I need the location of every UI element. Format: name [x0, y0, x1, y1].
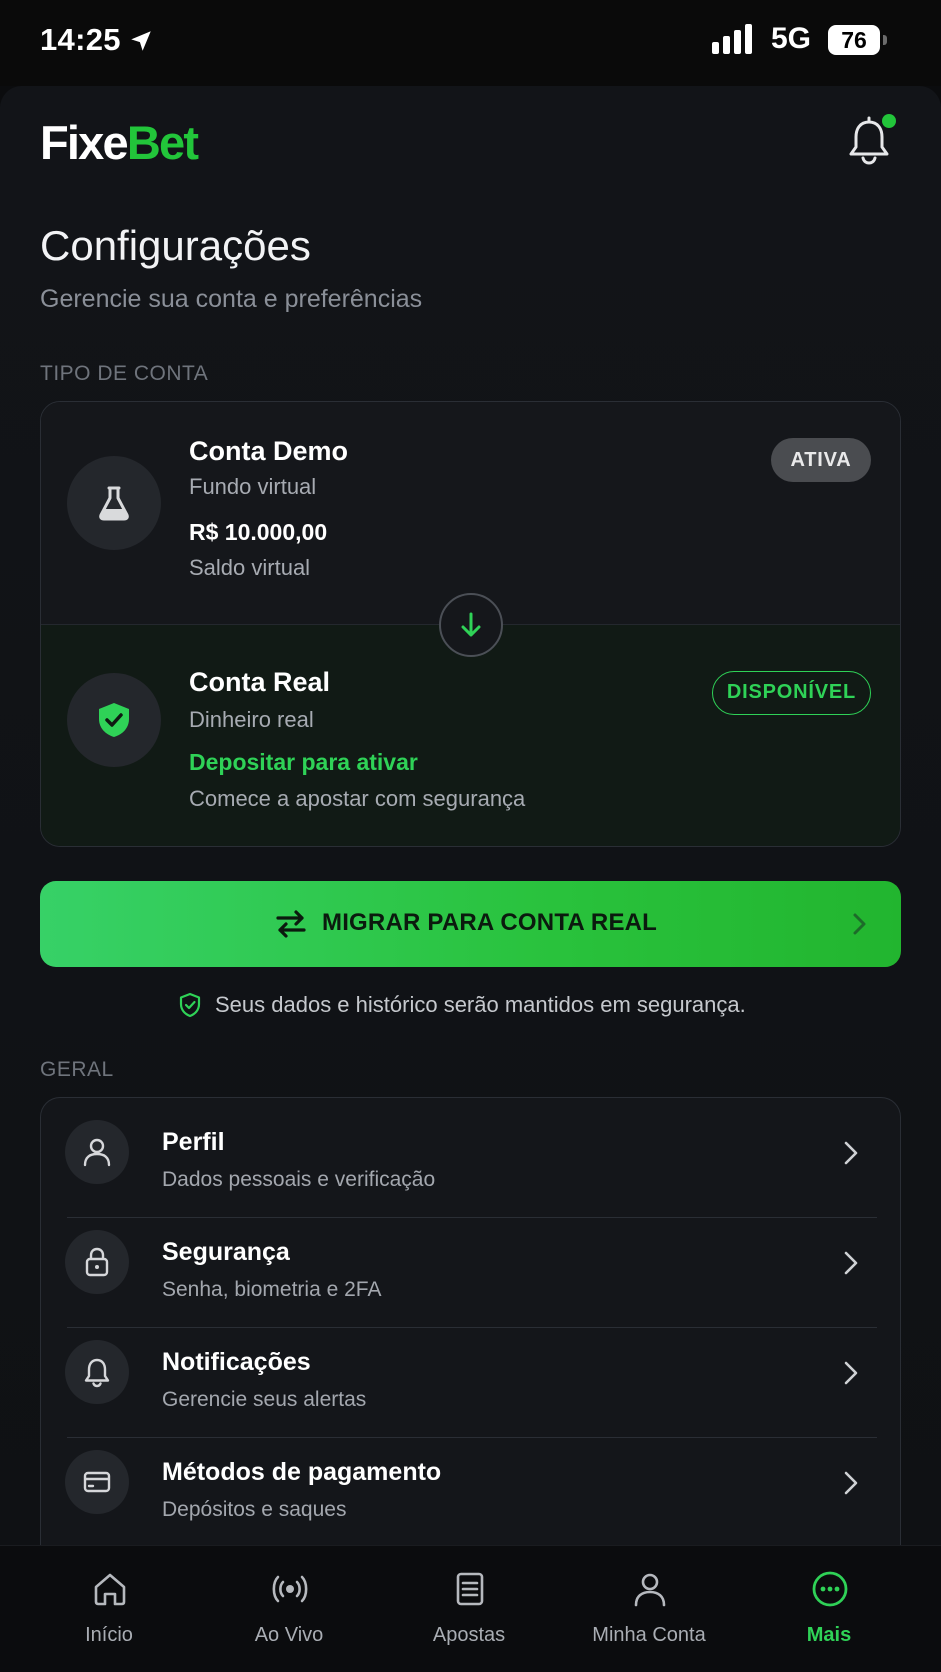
arrow-down-icon	[461, 612, 481, 637]
profile-icon-circle	[65, 1120, 129, 1184]
payment-icon-circle	[65, 1450, 129, 1514]
settings-item-subtitle: Senha, biometria e 2FA	[162, 1278, 382, 1301]
settings-item-notifications[interactable]: Notificações Gerencie seus alertas	[41, 1318, 900, 1428]
location-arrow-icon	[131, 31, 151, 51]
demo-account-icon-circle	[67, 456, 161, 550]
settings-item-subtitle: Gerencie seus alertas	[162, 1388, 367, 1411]
demo-balance-label: Saldo virtual	[189, 555, 311, 580]
chevron-right-icon	[844, 1141, 858, 1165]
lock-icon	[85, 1247, 109, 1277]
settings-item-subtitle: Dados pessoais e verificação	[162, 1168, 436, 1191]
nav-label: Início	[85, 1624, 133, 1646]
migrate-to-real-account-button[interactable]: MIGRAR PARA CONTA REAL	[40, 881, 901, 967]
demo-account-panel[interactable]: Conta Demo Fundo virtual R$ 10.000,00 Sa…	[41, 402, 900, 624]
shield-check-icon	[99, 703, 129, 737]
notification-dot	[882, 114, 896, 128]
real-account-title: Conta Real	[189, 667, 331, 697]
section-label-general: GERAL	[40, 1058, 114, 1081]
nav-label: Ao Vivo	[254, 1624, 324, 1646]
more-icon	[812, 1571, 848, 1607]
bets-icon	[456, 1572, 484, 1606]
shield-check-outline-icon	[179, 992, 201, 1018]
nav-item-home[interactable]: Início	[19, 1546, 199, 1672]
settings-item-profile[interactable]: Perfil Dados pessoais e verificação	[41, 1098, 900, 1208]
settings-item-payment-methods[interactable]: Métodos de pagamento Depósitos e saques	[41, 1428, 900, 1538]
battery-level: 76	[841, 27, 867, 53]
bottom-nav: Início Ao Vivo Apostas Minha Conta Mais	[0, 1545, 941, 1672]
deposit-to-activate-link[interactable]: Depositar para ativar	[189, 749, 418, 776]
page-title: Configurações	[40, 222, 311, 269]
switch-arrow-circle	[439, 593, 503, 657]
app-screen: 14:25 5G 76 FixeBet Configurações Gerenc…	[0, 0, 941, 1672]
data-safety-text: Seus dados e histórico serão mantidos em…	[215, 992, 746, 1017]
page-subtitle: Gerencie sua conta e preferências	[40, 285, 423, 313]
chevron-right-icon	[844, 1471, 858, 1495]
real-account-icon-circle	[67, 673, 161, 767]
chevron-right-icon	[853, 913, 866, 935]
real-account-description: Comece a apostar com segurança	[189, 786, 526, 811]
migrate-button-label: MIGRAR PARA CONTA REAL	[322, 909, 658, 936]
real-account-subtitle: Dinheiro real	[189, 707, 314, 732]
bell-icon	[84, 1358, 110, 1388]
settings-item-title: Perfil	[162, 1128, 225, 1156]
home-icon	[94, 1573, 126, 1606]
settings-item-subtitle: Depósitos e saques	[162, 1498, 347, 1521]
settings-item-title: Métodos de pagamento	[162, 1458, 442, 1486]
chevron-right-icon	[844, 1361, 858, 1385]
nav-label: Minha Conta	[592, 1624, 706, 1646]
settings-item-title: Notificações	[162, 1348, 311, 1376]
account-type-card: Conta Demo Fundo virtual R$ 10.000,00 Sa…	[40, 401, 901, 847]
flask-icon	[99, 486, 129, 521]
user-icon	[634, 1573, 666, 1607]
notifications-icon-circle	[65, 1340, 129, 1404]
demo-balance: R$ 10.000,00	[189, 519, 328, 545]
active-badge: ATIVA	[771, 438, 871, 482]
nav-item-live[interactable]: Ao Vivo	[199, 1546, 379, 1672]
general-settings-list: Perfil Dados pessoais e verificação Segu…	[40, 1097, 901, 1557]
nav-label: Mais	[806, 1624, 852, 1646]
nav-item-my-account[interactable]: Minha Conta	[559, 1546, 739, 1672]
cellular-signal-icon	[712, 24, 752, 54]
status-time: 14:25	[40, 22, 121, 57]
user-icon	[83, 1138, 111, 1167]
settings-item-security[interactable]: Segurança Senha, biometria e 2FA	[41, 1208, 900, 1318]
network-type: 5G	[771, 22, 812, 55]
fixebet-logo[interactable]: FixeBet	[40, 115, 199, 170]
section-label-account-type: TIPO DE CONTA	[40, 362, 209, 385]
battery-icon: 76	[828, 25, 888, 55]
nav-item-bets[interactable]: Apostas	[379, 1546, 559, 1672]
available-badge: DISPONÍVEL	[712, 671, 871, 715]
status-bar: 14:25 5G 76	[0, 0, 941, 86]
card-icon	[83, 1471, 111, 1493]
nav-item-more[interactable]: Mais	[739, 1546, 919, 1672]
real-account-panel[interactable]: Conta Real Dinheiro real Depositar para …	[41, 624, 900, 846]
swap-arrows-icon	[276, 910, 306, 938]
demo-account-subtitle: Fundo virtual	[189, 474, 317, 499]
chevron-right-icon	[844, 1251, 858, 1275]
live-icon	[272, 1575, 308, 1603]
nav-label: Apostas	[432, 1624, 506, 1646]
settings-item-title: Segurança	[162, 1238, 290, 1266]
demo-account-title: Conta Demo	[189, 436, 349, 466]
security-icon-circle	[65, 1230, 129, 1294]
